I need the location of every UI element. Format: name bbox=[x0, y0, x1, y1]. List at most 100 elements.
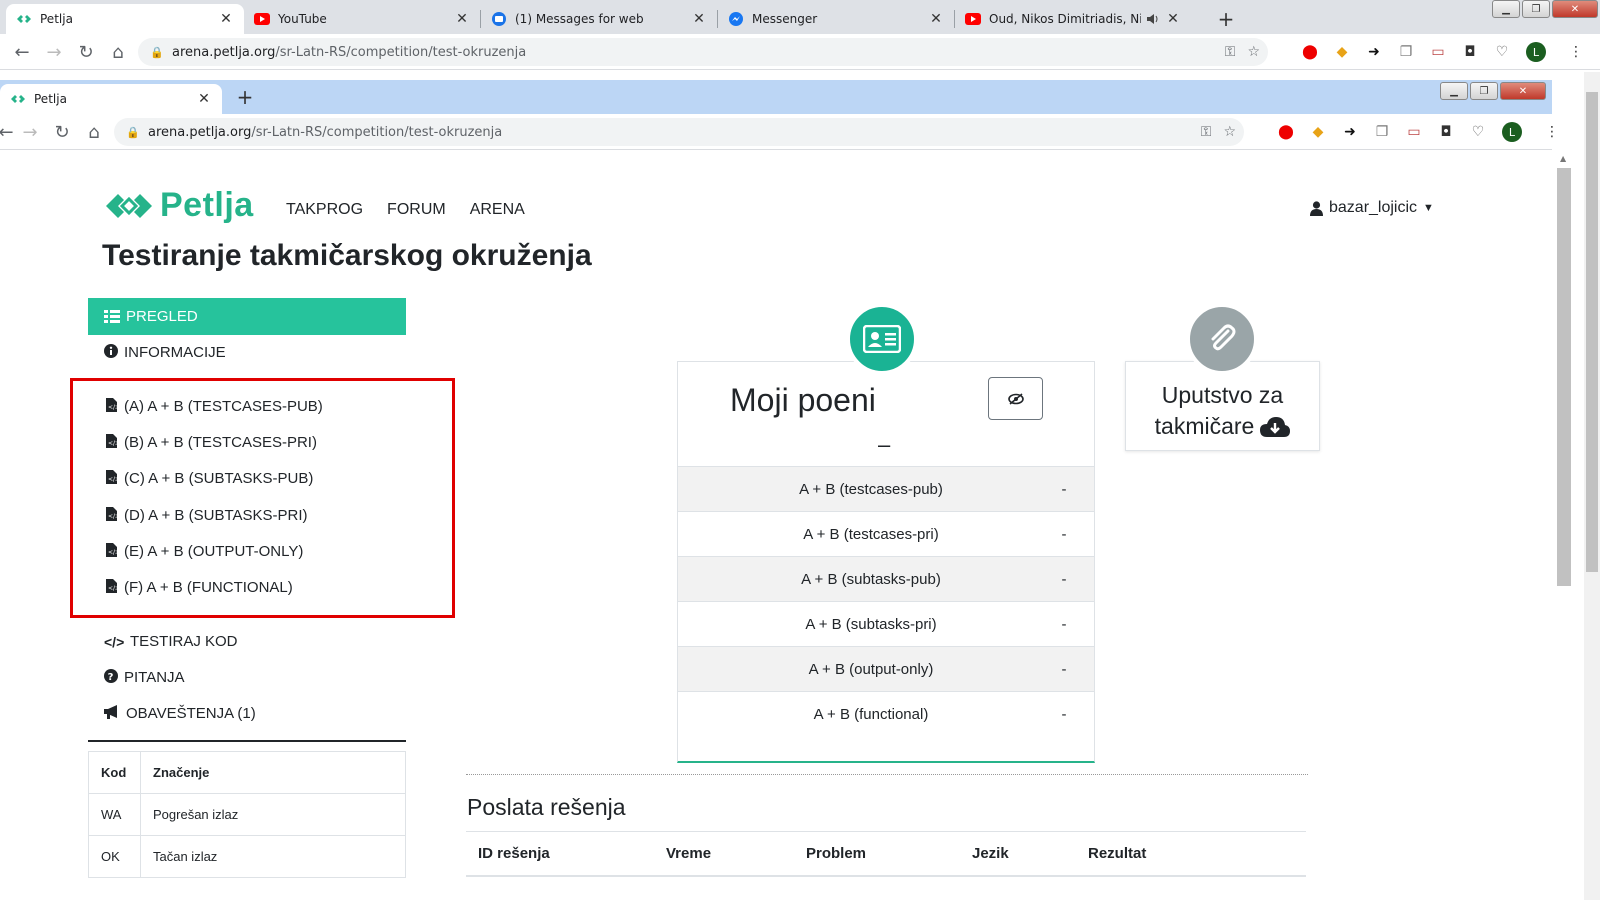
outer-scrollbar[interactable] bbox=[1584, 72, 1600, 900]
sidebar-item-pitanja[interactable]: ? PITANJA bbox=[104, 669, 185, 686]
home-icon[interactable]: ⌂ bbox=[106, 40, 130, 64]
sidebar-problem-b[interactable]: </> (B) A + B (TESTCASES-PRI) bbox=[104, 434, 317, 451]
opera-extension-icon[interactable]: ⬤ bbox=[1276, 122, 1296, 142]
page-title: Testiranje takmičarskog okruženja bbox=[102, 239, 592, 272]
sidebar-item-obavestenja[interactable]: OBAVEŠTENJA (1) bbox=[104, 705, 256, 722]
tab-youtube[interactable]: YouTube ✕ bbox=[244, 4, 480, 34]
maximize-button[interactable]: ❐ bbox=[1522, 0, 1550, 18]
home-icon[interactable]: ⌂ bbox=[82, 120, 106, 144]
pocket-icon[interactable]: ♡ bbox=[1492, 42, 1512, 62]
minimize-button[interactable]: ▁ bbox=[1440, 82, 1468, 100]
sidebar-item-pregled[interactable]: PREGLED bbox=[88, 298, 406, 335]
address-bar[interactable]: 🔒 arena.petlja.org/sr-Latn-RS/competitio… bbox=[114, 118, 1244, 146]
forward-arrow-icon[interactable]: → bbox=[18, 120, 42, 144]
cast-extension-icon[interactable]: ▭ bbox=[1404, 122, 1424, 142]
nav-takprog[interactable]: TAKPROG bbox=[286, 201, 363, 219]
opera-extension-icon[interactable]: ⬤ bbox=[1300, 42, 1320, 62]
tab-title: Oud, Nikos Dimitriadis, Niko bbox=[989, 12, 1141, 26]
close-window-button[interactable]: ✕ bbox=[1552, 0, 1598, 18]
tab-close-icon[interactable]: ✕ bbox=[691, 11, 707, 27]
cast-extension-icon[interactable]: ▭ bbox=[1428, 42, 1448, 62]
key-icon[interactable]: ⚿ bbox=[1225, 44, 1236, 60]
sidebar-problem-f[interactable]: </> (F) A + B (FUNCTIONAL) bbox=[104, 579, 293, 596]
tab-title: YouTube bbox=[278, 12, 327, 26]
hide-score-button[interactable] bbox=[988, 377, 1043, 420]
score-row: A + B (testcases-pri) - bbox=[678, 511, 1094, 556]
sidebar-problem-d[interactable]: </> (D) A + B (SUBTASKS-PRI) bbox=[104, 507, 308, 524]
score-row: A + B (subtasks-pub) - bbox=[678, 556, 1094, 601]
inner-tab-petlja[interactable]: Petlja ✕ bbox=[0, 84, 222, 114]
tab-close-icon[interactable]: ✕ bbox=[1165, 11, 1181, 27]
logo-text: Petlja bbox=[160, 186, 254, 224]
section-divider bbox=[466, 774, 1308, 775]
address-bar[interactable]: 🔒 arena.petlja.org/sr-Latn-RS/competitio… bbox=[138, 38, 1268, 66]
star-icon[interactable]: ☆ bbox=[1223, 124, 1236, 140]
outer-scrollbar-thumb[interactable] bbox=[1586, 92, 1598, 572]
shield-extension-icon[interactable]: ◘ bbox=[1460, 42, 1480, 62]
forward-arrow-icon[interactable]: → bbox=[42, 40, 66, 64]
basket-extension-icon[interactable]: ◆ bbox=[1308, 122, 1328, 142]
sidebar-problem-c[interactable]: </> (C) A + B (SUBTASKS-PUB) bbox=[104, 470, 313, 487]
tab-petlja[interactable]: Petlja ✕ bbox=[6, 4, 244, 34]
profile-avatar[interactable]: L bbox=[1502, 122, 1522, 142]
omnibox-actions: ⚿ ☆ bbox=[1201, 118, 1236, 146]
user-menu[interactable]: bazar_lojicic ▼ bbox=[1310, 199, 1434, 217]
file-code-icon: </> bbox=[104, 398, 120, 415]
table-header: Rezultat bbox=[1088, 845, 1147, 862]
share-arrow-icon[interactable]: ➜ bbox=[1340, 122, 1360, 142]
menu-kebab-icon[interactable]: ⋮ bbox=[1542, 122, 1562, 142]
inner-scrollbar-thumb[interactable] bbox=[1557, 168, 1571, 586]
file-code-icon: </> bbox=[104, 579, 120, 596]
file-code-icon: </> bbox=[104, 470, 120, 487]
profile-avatar[interactable]: L bbox=[1526, 42, 1546, 62]
nav-arena[interactable]: ARENA bbox=[470, 201, 525, 219]
copy-extension-icon[interactable]: ❐ bbox=[1372, 122, 1392, 142]
sidebar-item-label: (C) A + B (SUBTASKS-PUB) bbox=[124, 470, 314, 487]
tab-close-icon[interactable]: ✕ bbox=[454, 11, 470, 27]
svg-text:</>: </> bbox=[108, 585, 117, 592]
scroll-up-arrow-icon[interactable]: ▲ bbox=[1560, 154, 1566, 163]
sidebar-item-informacije[interactable]: INFORMACIJE bbox=[104, 344, 226, 361]
star-icon[interactable]: ☆ bbox=[1247, 44, 1260, 60]
copy-extension-icon[interactable]: ❐ bbox=[1396, 42, 1416, 62]
tab-close-icon[interactable]: ✕ bbox=[196, 91, 212, 107]
basket-extension-icon[interactable]: ◆ bbox=[1332, 42, 1352, 62]
score-row: A + B (testcases-pub) - bbox=[678, 466, 1094, 511]
menu-kebab-icon[interactable]: ⋮ bbox=[1566, 42, 1586, 62]
petlja-logo[interactable]: Petlja bbox=[104, 186, 254, 225]
sidebar-item-label: OBAVEŠTENJA (1) bbox=[126, 705, 256, 722]
sidebar-problem-e[interactable]: </> (E) A + B (OUTPUT-ONLY) bbox=[104, 543, 303, 560]
close-window-button[interactable]: ✕ bbox=[1500, 82, 1546, 100]
minimize-button[interactable]: ▁ bbox=[1492, 0, 1520, 18]
share-arrow-icon[interactable]: ➜ bbox=[1364, 42, 1384, 62]
table-row: OK Tačan izlaz bbox=[88, 835, 406, 878]
svg-text:</>: </> bbox=[108, 440, 117, 447]
svg-text:</>: </> bbox=[108, 549, 117, 556]
shield-extension-icon[interactable]: ◘ bbox=[1436, 122, 1456, 142]
question-circle-icon: ? bbox=[104, 669, 118, 686]
sidebar-problem-a[interactable]: </> (A) A + B (TESTCASES-PUB) bbox=[104, 398, 323, 415]
maximize-button[interactable]: ❐ bbox=[1470, 82, 1498, 100]
score-row: A + B (functional) - bbox=[678, 691, 1094, 736]
tab-close-icon[interactable]: ✕ bbox=[928, 11, 944, 27]
key-icon[interactable]: ⚿ bbox=[1201, 124, 1212, 140]
reload-icon[interactable]: ↻ bbox=[74, 40, 98, 64]
table-row: WA Pogrešan izlaz bbox=[88, 793, 406, 836]
tab-oud[interactable]: Oud, Nikos Dimitriadis, Niko ✕ bbox=[955, 4, 1191, 34]
back-arrow-icon[interactable]: ← bbox=[10, 40, 34, 64]
sidebar-item-testiraj-kod[interactable]: </> TESTIRAJ KOD bbox=[104, 633, 238, 650]
nav-forum[interactable]: FORUM bbox=[387, 201, 446, 219]
speaker-icon[interactable] bbox=[1145, 11, 1161, 27]
svg-text:</>: </> bbox=[108, 513, 117, 520]
new-tab-button[interactable]: + bbox=[1213, 6, 1239, 32]
inner-scrollbar[interactable]: ▲ bbox=[1552, 150, 1584, 900]
tab-messenger[interactable]: Messenger ✕ bbox=[718, 4, 954, 34]
tab-messages[interactable]: (1) Messages for web ✕ bbox=[481, 4, 717, 34]
back-arrow-icon[interactable]: ← bbox=[0, 120, 18, 144]
new-tab-button[interactable]: + bbox=[232, 84, 258, 110]
pocket-icon[interactable]: ♡ bbox=[1468, 122, 1488, 142]
avatar: L bbox=[1526, 42, 1546, 62]
tab-close-icon[interactable]: ✕ bbox=[218, 11, 234, 27]
table-cell: OK bbox=[88, 835, 141, 878]
reload-icon[interactable]: ↻ bbox=[50, 120, 74, 144]
